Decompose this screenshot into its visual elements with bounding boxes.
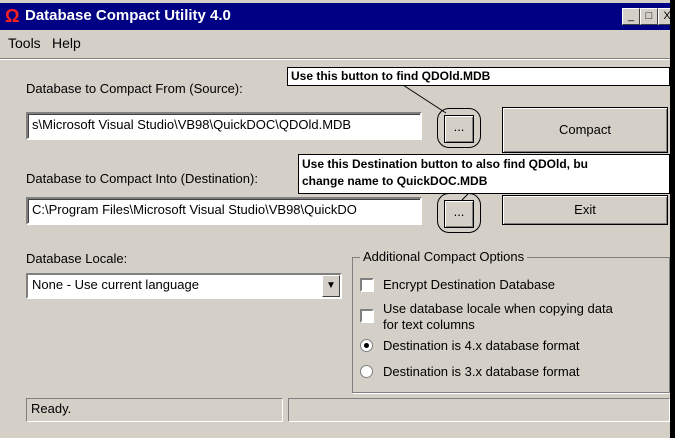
source-button-callout: Use this button to find QDOld.MDB: [287, 67, 670, 86]
use-locale-label-line2: for text columns: [383, 317, 475, 332]
locale-dropdown[interactable]: None - Use current language ▼: [26, 273, 342, 299]
destination-browse-highlight-circle: [437, 193, 481, 233]
locale-selected-value: None - Use current language: [32, 277, 199, 292]
format-3x-label: Destination is 3.x database format: [383, 364, 580, 379]
use-locale-label-line1: Use database locale when copying data: [383, 301, 613, 316]
format-4x-radio[interactable]: [360, 339, 373, 352]
status-secondary-panel: [288, 398, 670, 422]
radio-selected-dot: [364, 343, 369, 348]
encrypt-checkbox[interactable]: [360, 278, 374, 292]
format-3x-radio[interactable]: [360, 365, 373, 378]
destination-callout-line-1: Use this Destination button to also find…: [302, 157, 588, 171]
locale-label: Database Locale:: [26, 251, 128, 266]
use-locale-checkbox[interactable]: [360, 309, 374, 323]
app-window: Ω Database Compact Utility 4.0 _ □ X Too…: [0, 0, 670, 438]
status-text-panel: Ready.: [26, 398, 283, 422]
dropdown-arrow-icon[interactable]: ▼: [322, 275, 340, 297]
format-4x-label: Destination is 4.x database format: [383, 338, 580, 353]
additional-options-title: Additional Compact Options: [360, 249, 528, 265]
destination-button-callout: Use this Destination button to also find…: [298, 154, 670, 194]
destination-callout-line-2: change name to QuickDOC.MDB: [302, 174, 488, 188]
encrypt-label: Encrypt Destination Database: [383, 277, 555, 292]
source-browse-highlight-circle: [437, 108, 481, 148]
